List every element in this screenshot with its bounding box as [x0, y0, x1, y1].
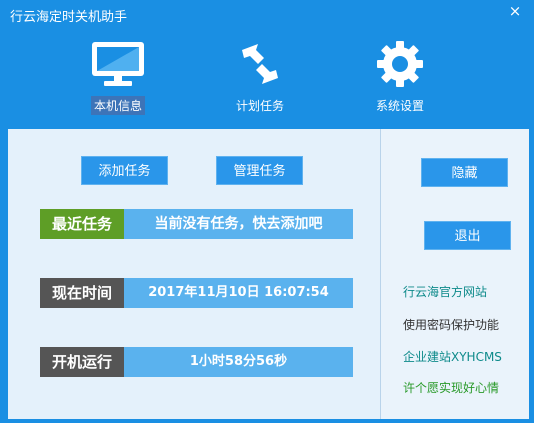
arrows-icon [242, 44, 278, 84]
xyhcms-link[interactable]: 企业建站XYHCMS [403, 348, 502, 365]
hide-button[interactable]: 隐藏 [421, 158, 508, 187]
gear-icon [377, 41, 423, 87]
uptime-label: 开机运行 [40, 347, 124, 377]
uptime-row: 开机运行 1小时58分56秒 [40, 347, 353, 377]
window-title: 行云海定时关机助手 [10, 10, 128, 25]
uptime-value: 1小时58分56秒 [189, 354, 288, 369]
official-site-link[interactable]: 行云海官方网站 [403, 283, 487, 300]
recent-task-label: 最近任务 [40, 209, 124, 239]
nav-item-scheduled-tasks[interactable]: 计划任务 [215, 40, 305, 116]
add-task-button[interactable]: 添加任务 [81, 156, 168, 185]
current-time-label: 现在时间 [40, 278, 124, 308]
nav-label-system-settings: 系统设置 [375, 99, 424, 113]
password-protection-link[interactable]: 使用密码保护功能 [403, 316, 499, 333]
nav-item-system-settings[interactable]: 系统设置 [355, 40, 445, 116]
monitor-icon [92, 42, 144, 86]
nav-label-local-info: 本机信息 [90, 96, 145, 115]
title-bar: 行云海定时关机助手 × [0, 0, 534, 28]
recent-task-row: 最近任务 当前没有任务，快去添加吧 [40, 209, 353, 239]
window-border-bottom [0, 419, 534, 423]
make-a-wish-link[interactable]: 许个愿实现好心情 [403, 379, 499, 396]
recent-task-value: 当前没有任务，快去添加吧 [154, 216, 323, 232]
nav-item-local-info[interactable]: 本机信息 [73, 40, 163, 116]
window-border-right [529, 129, 534, 423]
close-button[interactable]: × [506, 2, 524, 20]
current-time-value: 2017年11月10日 16:07:54 [148, 285, 329, 300]
manage-task-button[interactable]: 管理任务 [216, 156, 303, 185]
nav-label-scheduled-tasks: 计划任务 [235, 99, 284, 113]
current-time-row: 现在时间 2017年11月10日 16:07:54 [40, 278, 353, 308]
exit-button[interactable]: 退出 [424, 221, 511, 250]
